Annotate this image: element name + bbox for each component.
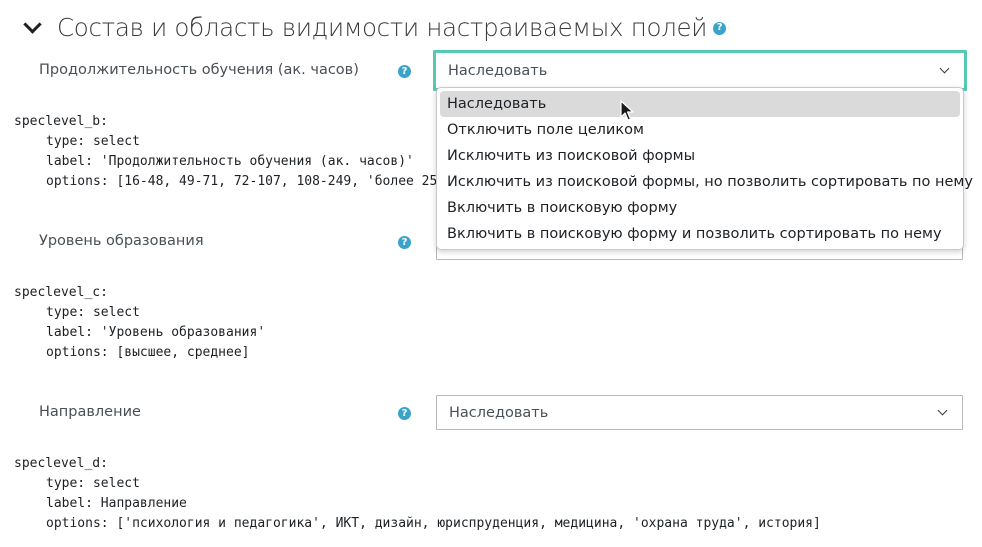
section-title: Состав и область видимости настраиваемых… [57,12,708,42]
code-key: speclevel_c: [14,285,108,300]
chevron-down-icon[interactable] [23,14,42,34]
settings-page: Состав и область видимости настраиваемых… [0,0,982,547]
code-block-speclevel-b: speclevel_b: type: select label: 'Продолжи… [14,112,437,192]
code-key: speclevel_d: [14,456,108,471]
code-options: options: [высшее, среднее] [46,345,250,360]
question-circle-icon[interactable]: ? [713,21,727,35]
section-header[interactable]: Состав и область видимости настраиваемых… [20,8,727,46]
code-block-speclevel-c: speclevel_c: type: select label: 'Уровень … [14,283,265,363]
dropdown-option-exclude-search-allow-sort[interactable]: Исключить из поисковой формы, но позволи… [440,169,973,195]
duration-select[interactable]: Наследовать [433,50,967,91]
duration-select-value: Наследовать [448,62,548,79]
dropdown-option-include-search-allow-sort[interactable]: Включить в поисковую форму и позволить с… [440,221,960,247]
field-label-duration: Продолжительность обучения (ак. часов) [39,62,359,78]
chevron-down-icon [937,405,948,416]
code-type: type: select [46,305,140,320]
mouse-cursor-icon [620,100,634,121]
dropdown-option-exclude-search[interactable]: Исключить из поисковой формы [440,143,960,169]
code-type: type: select [46,134,140,149]
code-key: speclevel_b: [14,114,108,129]
dropdown-option-include-search[interactable]: Включить в поисковую форму [440,195,960,221]
field-label-direction: Направление [39,404,141,420]
question-circle-icon[interactable]: ? [398,65,411,78]
chevron-down-icon [939,63,950,74]
direction-select-value: Наследовать [449,404,549,421]
code-options: options: [16-48, 49-71, 72-107, 108-249,… [46,174,438,189]
code-type: type: select [46,476,140,491]
code-label: label: 'Уровень образования' [46,325,266,340]
code-options: options: ['психология и педагогика', ИКТ… [46,516,821,531]
code-label: label: 'Продолжительность обучения (ак. … [46,154,414,169]
dropdown-option-disable-field[interactable]: Отключить поле целиком [440,117,960,143]
field-label-education-level: Уровень образования [39,233,204,249]
question-circle-icon[interactable]: ? [398,407,411,420]
direction-select[interactable]: Наследовать [436,395,963,430]
dropdown-option-inherit[interactable]: Наследовать [440,91,960,117]
code-label: label: Направление [46,496,187,511]
code-block-speclevel-d: speclevel_d: type: select label: Направлен… [14,454,821,534]
duration-select-dropdown: Наследовать Отключить поле целиком Исклю… [436,87,973,250]
question-circle-icon[interactable]: ? [398,236,411,249]
